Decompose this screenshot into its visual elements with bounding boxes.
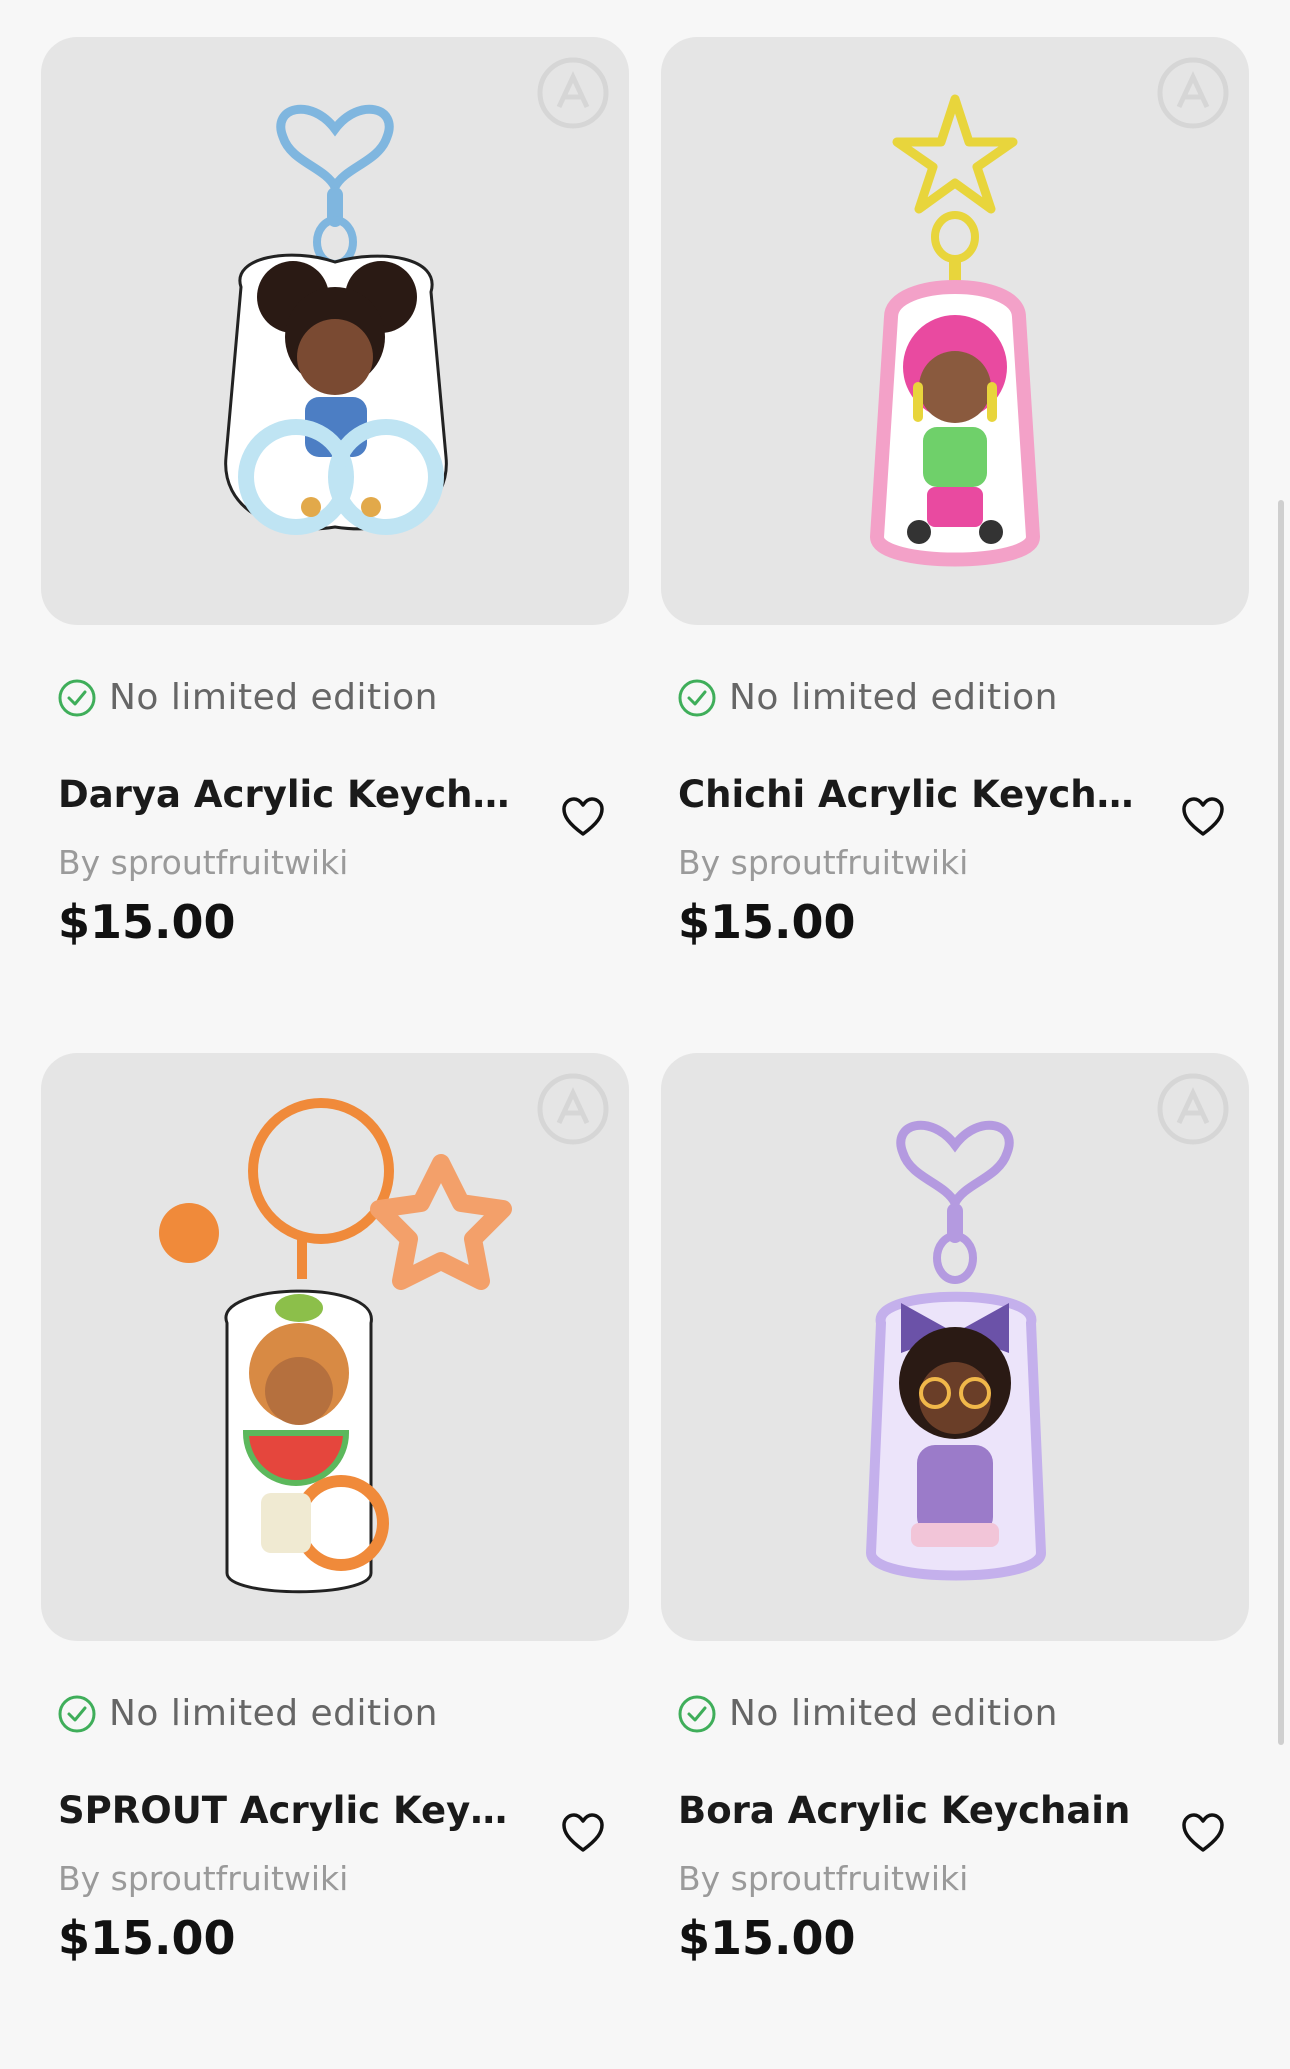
seller-name[interactable]: By sproutfruitwiki <box>678 1859 968 1898</box>
product-image[interactable] <box>41 1053 629 1641</box>
product-title[interactable]: Chichi Acrylic Keychain <box>678 773 1148 816</box>
product-image[interactable] <box>661 37 1249 625</box>
keychain-illustration <box>865 1120 1047 1581</box>
limited-edition-label: No limited edition <box>729 1693 1058 1734</box>
heart-icon[interactable] <box>1180 1811 1226 1857</box>
limited-edition-status: No limited edition <box>677 1693 1058 1734</box>
product-card[interactable]: No limited edition Chichi Acrylic Keycha… <box>661 37 1249 1053</box>
heart-icon[interactable] <box>560 1811 606 1857</box>
product-price: $15.00 <box>58 895 236 949</box>
product-price: $15.00 <box>58 1911 236 1965</box>
product-card[interactable]: No limited edition SPROUT Acrylic Keych.… <box>41 1053 629 2069</box>
product-price: $15.00 <box>678 1911 856 1965</box>
limited-edition-status: No limited edition <box>57 677 438 718</box>
check-circle-icon <box>678 1695 716 1732</box>
product-image[interactable] <box>661 1053 1249 1641</box>
scrollbar[interactable] <box>1278 500 1284 1745</box>
product-card[interactable]: No limited edition Bora Acrylic Keychain… <box>661 1053 1249 2069</box>
seller-name[interactable]: By sproutfruitwiki <box>58 1859 348 1898</box>
product-title[interactable]: Bora Acrylic Keychain <box>678 1789 1148 1832</box>
keychain-illustration <box>869 94 1041 567</box>
limited-edition-status: No limited edition <box>677 677 1058 718</box>
product-image[interactable] <box>41 37 629 625</box>
product-title[interactable]: Darya Acrylic Keychain <box>58 773 528 816</box>
heart-icon[interactable] <box>560 795 606 841</box>
product-grid: No limited edition Darya Acrylic Keychai… <box>41 37 1249 2069</box>
limited-edition-label: No limited edition <box>729 677 1058 718</box>
check-circle-icon <box>58 1695 96 1732</box>
keychain-illustration <box>224 104 448 535</box>
keychain-illustration <box>159 1098 512 1594</box>
product-price: $15.00 <box>678 895 856 949</box>
seller-name[interactable]: By sproutfruitwiki <box>58 843 348 882</box>
limited-edition-status: No limited edition <box>57 1693 438 1734</box>
limited-edition-label: No limited edition <box>109 1693 438 1734</box>
check-circle-icon <box>58 679 96 716</box>
product-title[interactable]: SPROUT Acrylic Keych... <box>58 1789 528 1832</box>
limited-edition-label: No limited edition <box>109 677 438 718</box>
heart-icon[interactable] <box>1180 795 1226 841</box>
check-circle-icon <box>678 679 716 716</box>
seller-name[interactable]: By sproutfruitwiki <box>678 843 968 882</box>
product-card[interactable]: No limited edition Darya Acrylic Keychai… <box>41 37 629 1053</box>
